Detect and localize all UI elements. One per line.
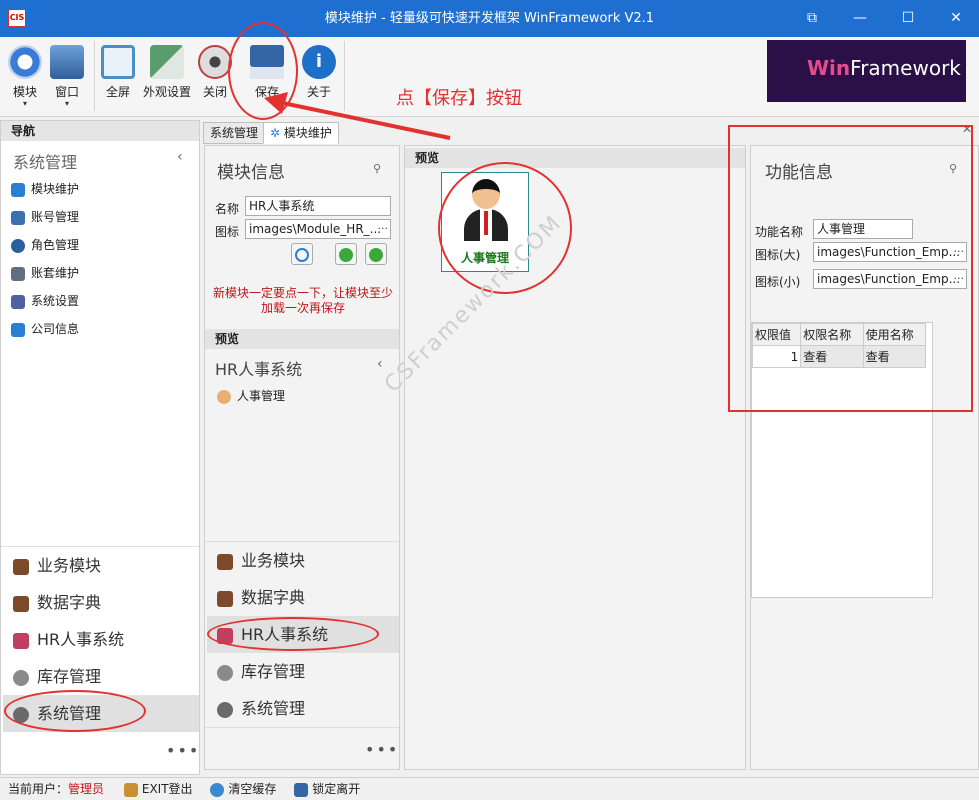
nav-item-system-settings[interactable]: 系统设置 [11,289,79,313]
fullscreen-icon [101,45,135,79]
fullscreen-button[interactable]: 全屏 [100,43,136,109]
refresh-button[interactable] [291,243,313,265]
name-label: 名称 [215,202,240,216]
lock-button[interactable]: 锁定离开 [294,782,360,797]
chevron-left-icon[interactable]: ‹ [377,356,383,372]
close-eye-icon [198,45,232,79]
preview-bottom-inventory[interactable]: 库存管理 [207,653,399,690]
module-icon-field[interactable]: images\Module_HR_... ··· [245,219,391,239]
appearance-settings-button[interactable]: 外观设置 [140,43,194,109]
nav-item-company-info[interactable]: 公司信息 [11,317,79,341]
settings-icon [11,294,25,309]
more-options-icon[interactable]: ••• [166,741,200,760]
database-icon [13,669,29,686]
tab-system-management[interactable]: 系统管理 [203,122,266,144]
gear-module-icon [11,182,25,197]
book-icon [217,590,233,607]
preview-function-item[interactable]: 人事管理 [217,387,285,404]
current-user-label: 当前用户： [8,782,69,796]
nav-bottom-hr-system[interactable]: HR人事系统 [3,621,199,658]
more-options-icon[interactable]: ••• [365,740,399,759]
compass-icon [8,45,42,79]
nav-item-module-maintenance[interactable]: 模块维护 [11,177,79,201]
nav-bottom-inventory[interactable]: 库存管理 [3,658,199,695]
preview-bottom-system-management[interactable]: 系统管理 [207,690,399,727]
database-icon [217,664,233,681]
highlight-save-ring [228,22,298,120]
person-icon [217,389,231,404]
exit-button[interactable]: EXIT登出 [123,782,193,797]
nav-group-title: 系统管理 [13,153,78,172]
ellipsis-icon: ··· [377,222,389,235]
icon-label: 图标 [215,225,240,239]
winframework-brand-logo: WinFramework [767,40,966,102]
preview-module-title: HR人事系统 [215,360,303,379]
key-icon [123,782,138,797]
close-button[interactable]: 关闭 [198,43,232,109]
nav-bottom-business-modules[interactable]: 业务模块 [3,547,199,584]
preview-bottom-business-modules[interactable]: 业务模块 [207,542,399,579]
move-up-button[interactable] [335,243,357,265]
window-button[interactable]: 窗口 ▾ [48,43,86,109]
book-icon [13,595,29,612]
preview-subheader: 预览 [205,329,399,349]
pin-icon[interactable]: ⚲ [373,162,381,175]
eye-window-icon [50,45,84,79]
highlight-function-rect [728,125,973,412]
lock-icon [294,782,309,797]
preview-bottom-data-dictionary[interactable]: 数据字典 [207,579,399,616]
warning-text: 新模块一定要点一下，让模块至少 加载一次再保存 [212,286,393,315]
module-name-field[interactable]: HR人事系统 [245,196,391,216]
module-info-title: 模块信息 [217,163,285,183]
tab-module-maintenance[interactable]: ✲ 模块维护 [263,122,339,144]
minimize-button[interactable]: — [838,0,882,37]
nav-item-account-management[interactable]: 账号管理 [11,205,79,229]
refresh-icon [295,247,309,262]
role-icon [11,238,25,253]
current-user-value: 管理员 [68,782,105,796]
users-icon [11,210,25,225]
highlight-hr-system-ring [207,617,379,651]
nav-item-account-set[interactable]: 账套维护 [11,261,79,285]
maximize-button[interactable]: ☐ [886,0,930,37]
book-icon [217,553,233,570]
module-info-panel: 模块信息 ⚲ 名称 HR人事系统 图标 images\Module_HR_...… [204,145,400,770]
move-down-button[interactable] [365,243,387,265]
nav-item-role-management[interactable]: 角色管理 [11,233,79,257]
nav-bottom-data-dictionary[interactable]: 数据字典 [3,584,199,621]
home-icon [11,322,25,337]
close-window-button[interactable]: ✕ [934,0,978,37]
preview-header: 预览 [405,148,745,168]
book-icon [13,558,29,575]
title-bar: CIS 模块维护 - 轻量级可快速开发框架 WinFramework V2.1 … [0,0,979,37]
gear-icon [217,701,233,718]
refresh-icon [210,782,225,797]
arrow-up-icon [339,247,353,262]
module-button[interactable]: 模块 ▾ [6,43,44,109]
database-icon [11,266,25,281]
info-icon: i [302,45,336,79]
appearance-icon [150,45,184,79]
highlight-system-management-ring [4,690,146,732]
clear-cache-button[interactable]: 清空缓存 [210,782,276,797]
hr-icon [13,632,29,649]
nav-header: 导航 [1,121,199,141]
navigation-panel: 导航 系统管理 ‹ 模块维护 账号管理 角色管理 账套维护 系统设置 公司信息 … [0,120,200,775]
restore-ribbon-icon[interactable]: ⧉ [790,0,834,37]
status-bar: 当前用户：管理员 EXIT登出 清空缓存 锁定离开 [0,777,979,800]
chevron-left-icon[interactable]: ‹ [177,149,183,165]
arrow-down-icon [369,247,383,262]
